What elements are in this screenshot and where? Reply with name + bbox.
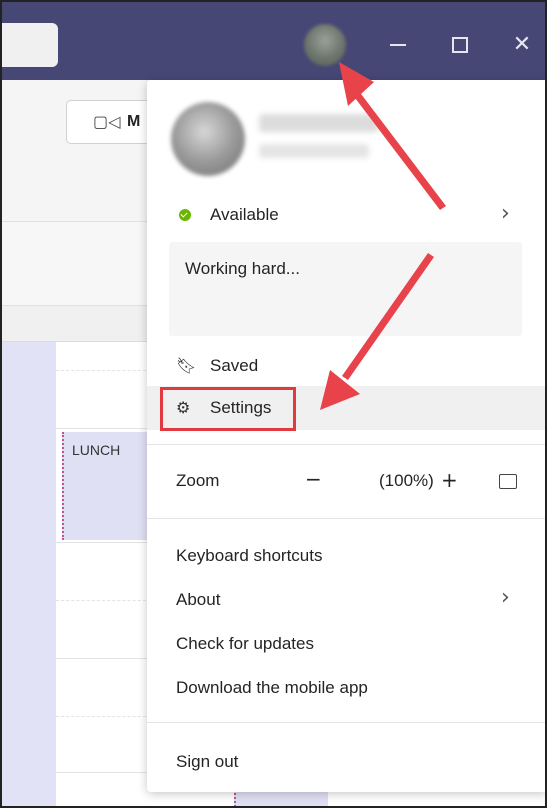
- calendar-time-gutter: [2, 342, 56, 806]
- minimize-button[interactable]: [380, 28, 416, 62]
- video-camera-icon: ▢◁: [93, 112, 121, 131]
- zoom-out-button[interactable]: −: [305, 467, 322, 491]
- bookmark-icon: 🔖︎: [176, 356, 197, 375]
- minimize-icon: [390, 44, 406, 46]
- calendar-gridline: [56, 428, 151, 429]
- calendar-event-title: LUNCH: [72, 442, 121, 458]
- meet-now-label: M: [127, 113, 141, 130]
- calendar-gridline: [56, 658, 151, 659]
- calendar-gridline: [56, 772, 151, 773]
- chevron-right-icon: ›: [501, 585, 510, 610]
- calendar-gridline: [56, 370, 151, 371]
- calendar-gridline: [56, 716, 151, 717]
- profile-name-redacted: [259, 114, 379, 132]
- status-message-box[interactable]: Working hard...: [169, 242, 522, 336]
- calendar-gridline: [56, 542, 151, 543]
- download-mobile-item[interactable]: Download the mobile app: [147, 666, 545, 710]
- menu-divider: [147, 722, 545, 723]
- calendar-event[interactable]: LUNCH: [62, 432, 150, 540]
- profile-menu: Available › Working hard... 🔖︎ Saved ⚙ S…: [147, 80, 545, 792]
- profile-picture[interactable]: [171, 102, 245, 176]
- search-box[interactable]: [2, 23, 58, 67]
- keyboard-shortcuts-label: Keyboard shortcuts: [176, 546, 323, 565]
- profile-email-redacted: [259, 144, 369, 158]
- status-message-text: Working hard...: [185, 259, 300, 278]
- zoom-in-button[interactable]: +: [441, 468, 458, 492]
- available-status-icon: [179, 209, 191, 221]
- settings-item[interactable]: ⚙ Settings: [147, 386, 545, 431]
- maximize-button[interactable]: [442, 28, 478, 62]
- presence-status-item[interactable]: Available ›: [147, 196, 545, 236]
- about-item[interactable]: About ›: [147, 578, 545, 622]
- maximize-icon: [452, 37, 468, 53]
- zoom-value: (100%): [379, 471, 434, 490]
- teams-window: ✕ ▢◁ M LUNCH Available › Working hard...…: [0, 0, 547, 808]
- saved-label: Saved: [210, 356, 259, 375]
- calendar-gridline: [56, 600, 151, 601]
- menu-divider: [147, 444, 545, 445]
- zoom-label: Zoom: [176, 471, 220, 490]
- download-mobile-label: Download the mobile app: [176, 678, 368, 697]
- close-button[interactable]: ✕: [504, 28, 540, 62]
- settings-highlight-box: [160, 387, 296, 431]
- presence-label: Available: [210, 205, 279, 224]
- menu-divider: [147, 518, 545, 519]
- sign-out-label: Sign out: [176, 752, 239, 771]
- check-updates-label: Check for updates: [176, 634, 314, 653]
- fullscreen-icon[interactable]: [499, 474, 517, 489]
- title-bar: ✕: [2, 2, 545, 80]
- chevron-right-icon: ›: [501, 201, 510, 226]
- check-updates-item[interactable]: Check for updates: [147, 622, 545, 666]
- saved-item[interactable]: 🔖︎ Saved: [147, 344, 545, 388]
- keyboard-shortcuts-item[interactable]: Keyboard shortcuts: [147, 534, 545, 578]
- sign-out-item[interactable]: Sign out: [147, 740, 545, 784]
- about-label: About: [176, 590, 221, 609]
- profile-avatar-button[interactable]: [304, 24, 346, 66]
